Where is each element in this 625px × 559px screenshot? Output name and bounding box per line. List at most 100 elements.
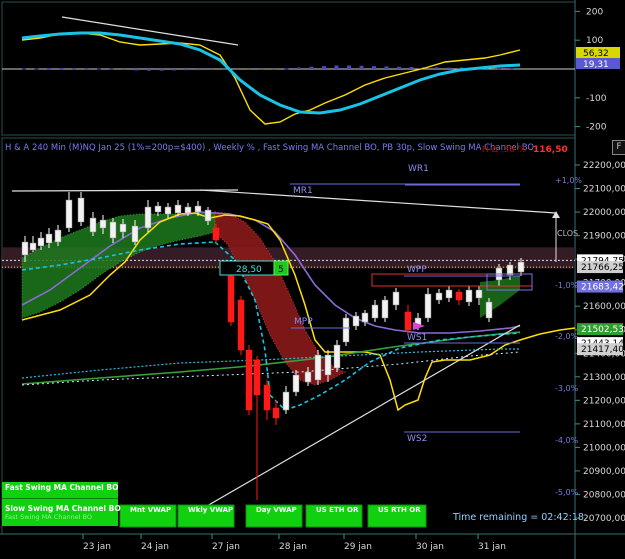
price-badge-text: 21683,42 xyxy=(581,283,624,293)
candle-body xyxy=(45,233,53,244)
histogram-bar xyxy=(372,66,376,69)
candle-body xyxy=(517,261,525,273)
candle-body xyxy=(131,225,139,243)
histogram-bar xyxy=(234,69,239,70)
candle-body xyxy=(184,206,192,214)
histogram-bar xyxy=(184,69,189,71)
vwap-button-label: US RTH OR xyxy=(378,506,421,514)
candle-body xyxy=(37,237,45,247)
price-tick-label: 20900,00 xyxy=(583,467,625,477)
osc-value-text: 56,32 xyxy=(583,49,609,59)
legend-line-1: Fast Swing MA Channel BO xyxy=(5,483,119,492)
candle-body xyxy=(245,349,253,411)
candle-body xyxy=(174,204,182,214)
candle-body xyxy=(272,407,280,419)
price-tick-label: 22200,00 xyxy=(583,161,625,171)
histogram-bar xyxy=(309,66,314,69)
vwap-button[interactable]: US ETH OR xyxy=(305,504,363,528)
candle-body xyxy=(212,227,220,241)
chart-title: H & A 240 Min (M)NQ Jan 25 (1%=200p=$400… xyxy=(5,143,535,153)
percent-label: +1,0% xyxy=(555,176,582,185)
histogram-bar xyxy=(359,65,364,69)
histogram-bar xyxy=(284,68,289,70)
time-remaining: Time remaining = 02:42:18 xyxy=(453,512,584,523)
histogram-bar xyxy=(434,67,439,69)
candle-body xyxy=(237,299,245,351)
osc-tick-label: -100 xyxy=(586,94,607,104)
candle-body xyxy=(164,206,172,215)
histogram-bar xyxy=(209,69,214,70)
candle-body xyxy=(324,354,332,376)
legend-line-2: Slow Swing MA Channel BO xyxy=(5,504,121,513)
x-axis-label: 30 jan xyxy=(416,542,444,552)
candle-body xyxy=(475,289,483,299)
histogram-bar xyxy=(297,67,301,69)
histogram-bar xyxy=(347,65,351,69)
candle-body xyxy=(144,206,152,229)
histogram-bar xyxy=(334,65,339,69)
histogram-bar xyxy=(172,69,176,71)
candle-body xyxy=(119,223,127,233)
candle-body xyxy=(204,209,212,222)
osc-value-text: 19,31 xyxy=(583,60,609,70)
vwap-button[interactable]: US RTH OR xyxy=(367,504,427,528)
price-tick-label: 22000,00 xyxy=(583,208,625,218)
pivot-level-label: MPP xyxy=(294,317,313,327)
candle-body xyxy=(342,317,350,343)
histogram-bar xyxy=(447,67,451,69)
corner-button[interactable]: F xyxy=(612,140,625,155)
trading-chart: WR1MR1WPPMPPWS1WS2+1,0%-1,0%-2,0%-3,0%-4… xyxy=(0,0,625,559)
histogram-bar xyxy=(384,66,389,69)
candle-body xyxy=(361,312,369,323)
histogram-bar xyxy=(272,69,276,70)
price-tick-label: 20700,00 xyxy=(583,514,625,524)
histogram-bar xyxy=(397,66,401,69)
legend-panel: Fast Swing MA Channel BO Slow Swing MA C… xyxy=(2,482,121,526)
candle-body xyxy=(455,291,463,301)
vwap-button-label: Wkly VWAP xyxy=(188,506,233,514)
candle-body xyxy=(292,374,300,393)
candle-body xyxy=(314,354,322,381)
histogram-bar xyxy=(122,69,126,70)
candle-body xyxy=(352,315,360,327)
histogram-bar xyxy=(47,68,51,70)
vwap-button[interactable]: Mnt VWAP xyxy=(119,504,177,528)
candle-body xyxy=(89,217,97,233)
pnl-prefix: H Δ ,38 % xyxy=(482,145,527,155)
clos-arrow-head xyxy=(552,211,560,218)
price-tick-label: 21000,00 xyxy=(583,443,625,453)
candle-body xyxy=(227,275,235,323)
candle-body xyxy=(21,241,29,256)
osc-tick-label: -200 xyxy=(586,123,607,133)
trade-value-text: 28,50 xyxy=(236,265,262,275)
candle-body xyxy=(435,292,443,301)
histogram-bar xyxy=(34,68,39,70)
candle-body xyxy=(392,291,400,306)
candle-body xyxy=(424,293,432,319)
pivot-level-label: WR1 xyxy=(408,164,429,174)
percent-label: -5,0% xyxy=(555,488,579,497)
percent-label: -2,0% xyxy=(555,332,579,341)
pnl-value: -116,50 xyxy=(529,145,568,155)
candle-body xyxy=(304,371,312,383)
histogram-bar xyxy=(147,69,151,71)
trend-line-down xyxy=(199,189,557,214)
candle-body xyxy=(54,229,62,243)
pivot-level-label: MR1 xyxy=(293,186,313,196)
x-axis-label: 31 jan xyxy=(478,542,506,552)
vwap-button[interactable]: Wkly VWAP xyxy=(177,504,235,528)
vwap-button[interactable]: Day VWAP xyxy=(245,504,303,528)
histogram-bar xyxy=(322,66,326,69)
candle-body xyxy=(282,391,290,411)
histogram-bar xyxy=(159,69,164,71)
osc-tick-label: 200 xyxy=(586,7,603,17)
histogram-bar xyxy=(247,69,251,70)
price-tick-label: 21200,00 xyxy=(583,396,625,406)
candle-body xyxy=(263,384,271,411)
percent-label: -3,0% xyxy=(555,384,579,393)
x-axis-label: 24 jan xyxy=(141,542,169,552)
histogram-bar xyxy=(22,68,26,70)
candle-body xyxy=(485,301,493,319)
legend-line-3: Fast Swing MA Channel BO xyxy=(5,513,93,521)
pivot-level-label: WS1 xyxy=(407,333,427,343)
